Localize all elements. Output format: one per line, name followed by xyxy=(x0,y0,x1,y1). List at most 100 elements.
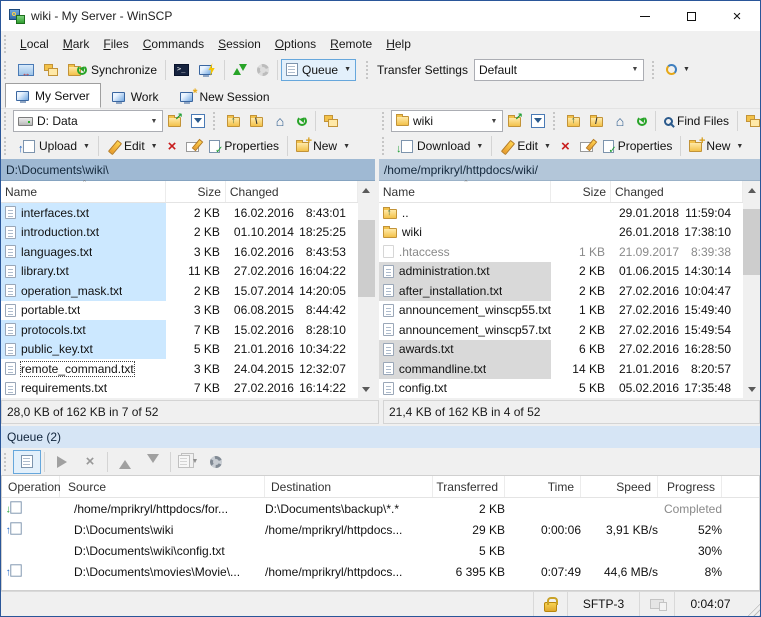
file-row[interactable]: awards.txt 6 KB 27.02.2016 16:28:50 xyxy=(379,340,743,360)
right-properties-button[interactable]: Properties xyxy=(598,135,678,157)
right-delete-button[interactable]: × xyxy=(556,135,575,157)
left-edit-button[interactable]: Edit▼ xyxy=(102,135,163,157)
transfer-button[interactable] xyxy=(228,59,252,81)
column-header-progress[interactable]: Progress xyxy=(658,476,722,497)
find-files-button[interactable]: Find Files xyxy=(659,110,734,132)
file-row[interactable]: operation_mask.txt 2 KB 15.07.2014 14:20… xyxy=(1,281,358,301)
synchronize-browsing-button[interactable] xyxy=(39,59,63,81)
file-row[interactable]: .htaccess 1 KB 21.09.2017 8:39:38 xyxy=(379,242,743,262)
left-open-directory-button[interactable] xyxy=(163,110,186,132)
remote-scrollbar[interactable] xyxy=(743,181,760,398)
file-row[interactable]: introduction.txt 2 KB 01.10.2014 18:25:2… xyxy=(1,223,358,243)
file-row[interactable]: languages.txt 3 KB 16.02.2016 8:43:53 xyxy=(1,242,358,262)
queue-preferences-button[interactable] xyxy=(202,450,230,474)
menu-item[interactable]: Session xyxy=(211,34,268,54)
transfer-settings-select[interactable]: Default ▼ xyxy=(474,59,644,81)
left-properties-button[interactable]: Properties xyxy=(204,135,284,157)
queue-move-up-button[interactable] xyxy=(111,450,139,474)
file-row[interactable]: interfaces.txt 2 KB 16.02.2016 8:43:01 xyxy=(1,203,358,223)
drive-select[interactable]: D: Data ▼ xyxy=(13,110,163,132)
resize-grip[interactable] xyxy=(746,602,760,616)
notifications-status[interactable] xyxy=(639,592,674,616)
file-row[interactable]: .. 29.01.2018 11:59:04 xyxy=(379,203,743,223)
left-refresh-button[interactable] xyxy=(292,110,312,132)
queue-move-down-button[interactable] xyxy=(139,450,167,474)
queue-toggle-button[interactable]: Queue▼ xyxy=(281,59,356,81)
right-filter-button[interactable] xyxy=(526,110,550,132)
menu-item[interactable]: Commands xyxy=(136,34,211,54)
scrollbar-thumb[interactable] xyxy=(358,220,375,297)
column-header-changed[interactable]: Changed xyxy=(611,181,743,202)
session-duration[interactable]: 0:04:07 xyxy=(674,592,746,616)
minimize-button[interactable] xyxy=(622,1,668,31)
column-header-size[interactable]: Size xyxy=(551,181,611,202)
menu-item[interactable]: Local xyxy=(13,34,56,54)
file-row[interactable]: announcement_winscp55.txt 1 KB 27.02.201… xyxy=(379,301,743,321)
file-row[interactable]: commandline.txt 14 KB 21.01.2016 8:20:57 xyxy=(379,359,743,379)
file-row[interactable]: portable.txt 3 KB 06.08.2015 8:44:42 xyxy=(1,301,358,321)
swap-panels-button[interactable] xyxy=(13,59,39,81)
download-button[interactable]: Download▼ xyxy=(391,135,488,157)
queue-delete-button[interactable]: × xyxy=(76,450,104,474)
file-row[interactable]: administration.txt 2 KB 01.06.2015 14:30… xyxy=(379,262,743,282)
right-home-directory-button[interactable] xyxy=(608,110,632,132)
upload-button[interactable]: Upload▼ xyxy=(13,135,95,157)
scroll-up-icon[interactable] xyxy=(358,181,375,198)
left-parent-directory-button[interactable] xyxy=(222,110,245,132)
synchronize-button[interactable]: Synchronize xyxy=(63,59,162,81)
column-header-changed[interactable]: Changed xyxy=(226,181,358,202)
scroll-up-icon[interactable] xyxy=(743,181,760,198)
right-refresh-button[interactable] xyxy=(632,110,652,132)
queue-row[interactable]: D:\Documents\movies\Movie\... /home/mpri… xyxy=(2,561,759,582)
queue-row[interactable]: D:\Documents\wiki /home/mprikryl/httpdoc… xyxy=(2,519,759,540)
right-open-directory-button[interactable] xyxy=(503,110,526,132)
column-header-operation[interactable]: Operation xyxy=(2,476,60,497)
left-tree-toggle-button[interactable] xyxy=(319,110,343,132)
file-row[interactable]: wiki 26.01.2018 17:38:10 xyxy=(379,223,743,243)
session-tab[interactable]: My Server xyxy=(5,83,101,108)
open-terminal-button[interactable] xyxy=(169,59,194,81)
right-new-button[interactable]: New▼ xyxy=(684,135,748,157)
left-new-button[interactable]: New▼ xyxy=(291,135,355,157)
remote-directory-select[interactable]: wiki ▼ xyxy=(391,110,503,132)
right-rename-button[interactable] xyxy=(575,135,598,157)
queue-row[interactable]: /home/mprikryl/httpdocs/for... D:\Docume… xyxy=(2,498,759,519)
left-root-directory-button[interactable] xyxy=(245,110,268,132)
left-home-directory-button[interactable] xyxy=(268,110,292,132)
right-root-directory-button[interactable] xyxy=(585,110,608,132)
column-header-source[interactable]: Source xyxy=(60,476,265,497)
file-row[interactable]: config.txt 5 KB 05.02.2016 17:35:48 xyxy=(379,379,743,399)
sync-preferences-button[interactable]: ▼ xyxy=(661,59,695,81)
right-edit-button[interactable]: Edit▼ xyxy=(495,135,556,157)
protocol-status[interactable]: SFTP-3 xyxy=(567,592,639,616)
file-row[interactable]: remote_command.txt 3 KB 24.04.2015 12:32… xyxy=(1,359,358,379)
menu-item[interactable]: Options xyxy=(268,34,323,54)
queue-row[interactable]: D:\Documents\wiki\config.txt 5 KB 30% xyxy=(2,540,759,561)
right-parent-directory-button[interactable] xyxy=(562,110,585,132)
session-tab[interactable]: New Session xyxy=(169,85,280,108)
scroll-down-icon[interactable] xyxy=(358,381,375,398)
queue-items-button[interactable]: ▼ xyxy=(174,450,202,474)
queue-resume-button[interactable] xyxy=(48,450,76,474)
file-row[interactable]: protocols.txt 7 KB 15.02.2016 8:28:10 xyxy=(1,320,358,340)
console-button[interactable] xyxy=(194,59,221,81)
column-header-speed[interactable]: Speed xyxy=(581,476,658,497)
left-filter-button[interactable] xyxy=(186,110,210,132)
menu-item[interactable]: Files xyxy=(96,34,135,54)
file-row[interactable]: after_installation.txt 2 KB 27.02.2016 1… xyxy=(379,281,743,301)
menu-item[interactable]: Mark xyxy=(56,34,97,54)
preferences-button[interactable] xyxy=(252,59,274,81)
left-rename-button[interactable] xyxy=(181,135,204,157)
right-tree-toggle-button[interactable] xyxy=(741,110,761,132)
menu-item[interactable]: Help xyxy=(379,34,418,54)
queue-enable-button[interactable] xyxy=(13,450,41,474)
column-header-time[interactable]: Time xyxy=(505,476,581,497)
file-row[interactable]: announcement_winscp57.txt 2 KB 27.02.201… xyxy=(379,320,743,340)
column-header-transferred[interactable]: Transferred xyxy=(433,476,505,497)
file-row[interactable]: requirements.txt 7 KB 27.02.2016 16:14:2… xyxy=(1,379,358,399)
maximize-button[interactable] xyxy=(668,1,714,31)
menu-item[interactable]: Remote xyxy=(323,34,379,54)
column-header-size[interactable]: Size xyxy=(166,181,226,202)
file-row[interactable]: public_key.txt 5 KB 21.01.2016 10:34:22 xyxy=(1,340,358,360)
column-header-destination[interactable]: Destination xyxy=(265,476,433,497)
